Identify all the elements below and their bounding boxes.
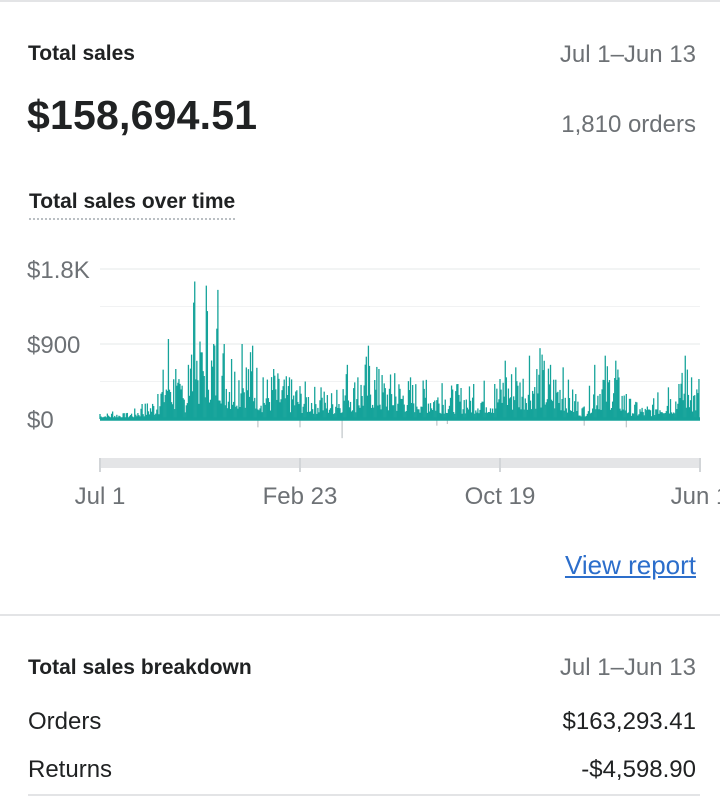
- date-range: Jul 1–Jun 13: [559, 41, 696, 68]
- breakdown-date-range: Jul 1–Jun 13: [559, 654, 696, 681]
- x-tick-label: Feb 23: [263, 483, 338, 510]
- y-tick-label: $900: [27, 332, 80, 359]
- total-sales-title: Total sales: [28, 42, 135, 65]
- y-tick-label: $1.8K: [27, 257, 90, 284]
- orders-count: 1,810 orders: [561, 111, 696, 138]
- breakdown-title: Total sales breakdown: [28, 656, 252, 679]
- chart-title[interactable]: Total sales over time: [29, 190, 236, 220]
- timeline-scrubber: [100, 458, 700, 468]
- view-report-link[interactable]: View report: [565, 550, 696, 581]
- total-sales-card: Total sales Jul 1–Jun 13 $158,694.51 1,8…: [0, 0, 720, 614]
- breakdown-orders-label: Orders: [28, 708, 102, 735]
- breakdown-returns-value: -$4,598.90: [581, 756, 696, 783]
- breakdown-orders-value: $163,293.41: [562, 708, 696, 735]
- breakdown-returns-label: Returns: [28, 756, 113, 783]
- x-tick-label: Jun 1: [671, 483, 720, 510]
- total-sales-amount: $158,694.51: [27, 92, 258, 138]
- breakdown-bottom-border: [28, 794, 700, 796]
- x-tick-label: Oct 19: [465, 483, 536, 510]
- section-divider: [0, 614, 720, 616]
- sales-over-time-chart[interactable]: $1.8K $900 $0 Jul 1 Feb 23 Oct 19 Jun 1: [0, 240, 720, 520]
- x-tick-label: Jul 1: [75, 483, 126, 510]
- y-tick-label: $0: [27, 407, 54, 434]
